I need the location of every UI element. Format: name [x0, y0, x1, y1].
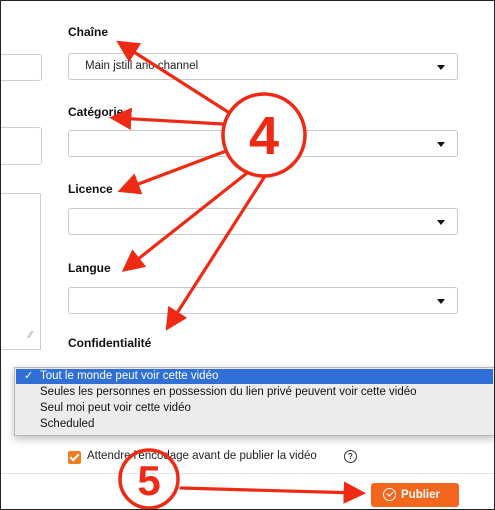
privacy-option[interactable]: Seules les personnes en possession du li… — [16, 385, 493, 400]
language-select[interactable] — [68, 287, 458, 314]
left-textarea-partial[interactable] — [1, 193, 41, 350]
footer-divider — [1, 473, 494, 474]
wait-transcoding-checkbox[interactable] — [68, 451, 81, 464]
arrow-to-category — [109, 107, 225, 130]
category-label: Catégorie — [68, 105, 124, 119]
privacy-option[interactable]: Seul moi peut voir cette vidéo — [16, 401, 493, 416]
language-label: Langue — [68, 261, 111, 275]
arrow-to-publish — [179, 481, 366, 504]
publish-button[interactable]: Publier — [371, 483, 459, 507]
chevron-down-icon — [437, 299, 445, 304]
category-select[interactable] — [68, 130, 458, 157]
chevron-down-icon — [437, 65, 445, 70]
channel-select[interactable]: Main jstill ano channel — [68, 53, 458, 80]
checkmark-icon: ✓ — [24, 370, 34, 382]
publish-button-label: Publier — [401, 489, 440, 501]
privacy-label: Confidentialité — [68, 336, 152, 348]
resize-grip-icon[interactable]: ⁄⁄ — [29, 331, 39, 341]
privacy-option[interactable]: ✓ Tout le monde peut voir cette vidéo — [16, 369, 493, 384]
chevron-down-icon — [437, 220, 445, 225]
callout-5-number: 5 — [137, 457, 160, 504]
left-input-partial[interactable] — [1, 54, 42, 81]
left-input-partial-2[interactable] — [1, 127, 42, 165]
privacy-dropdown-menu: ✓ Tout le monde peut voir cette vidéo Se… — [14, 367, 494, 436]
licence-select[interactable] — [68, 208, 458, 235]
wait-transcoding-label: Attendre l'encodage avant de publier la … — [87, 450, 317, 462]
video-publish-form: ⁄⁄ Chaîne Main jstill ano channel Catégo… — [0, 0, 495, 510]
privacy-option[interactable]: Scheduled — [16, 417, 493, 432]
channel-select-value: Main jstill ano channel — [85, 60, 199, 72]
privacy-option-label: Seules les personnes en possession du li… — [40, 386, 417, 398]
channel-label: Chaîne — [68, 25, 109, 39]
chevron-down-icon — [437, 142, 445, 147]
privacy-option-label: Scheduled — [40, 418, 95, 430]
privacy-option-label: Tout le monde peut voir cette vidéo — [40, 370, 219, 382]
help-icon[interactable]: ? — [344, 450, 357, 463]
privacy-option-label: Seul moi peut voir cette vidéo — [40, 402, 191, 414]
check-circle-icon — [383, 488, 396, 501]
licence-label: Licence — [68, 182, 113, 196]
